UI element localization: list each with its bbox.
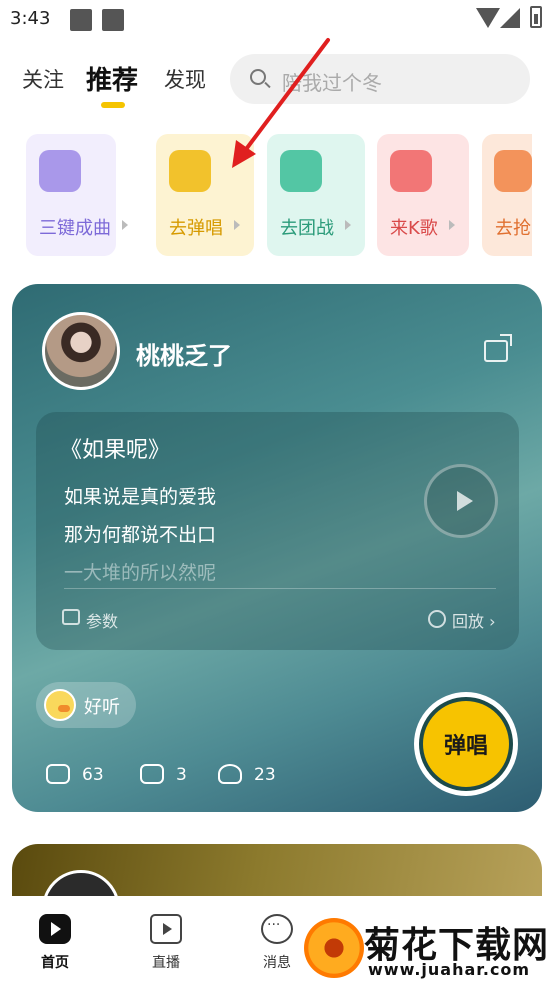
tab-discover[interactable]: 发现	[164, 64, 206, 94]
shortcut-label: 来K歌	[390, 218, 438, 239]
comment-icon	[140, 764, 164, 784]
lyrics-panel[interactable]: 《如果呢》 如果说是真的爱我 那为何都说不出口 一大堆的所以然呢 参数 回放 ›	[36, 412, 519, 650]
active-tab-indicator	[101, 102, 125, 108]
chevron-right-icon	[345, 220, 351, 230]
post-username[interactable]: 桃桃乏了	[136, 336, 232, 371]
shortcut-label: 去团战	[280, 218, 334, 239]
share-icon[interactable]	[484, 334, 512, 362]
heartbeat-icon	[46, 764, 70, 784]
shortcut-label: 去抢	[495, 218, 531, 239]
reaction-tag-label: 好听	[84, 697, 120, 718]
replay-link[interactable]: 回放 ›	[452, 608, 496, 632]
chevron-right-icon	[449, 220, 455, 230]
shortcut-team-battle[interactable]: 去团战	[267, 134, 365, 256]
grab-icon	[494, 150, 532, 192]
shortcut-grab[interactable]: 去抢	[482, 134, 532, 256]
message-bubble-icon	[261, 914, 293, 944]
nav-live[interactable]: 直播	[136, 914, 196, 972]
sing-button[interactable]: 弹唱	[414, 692, 518, 796]
chevron-right-icon	[234, 220, 240, 230]
nav-label: 首页	[41, 955, 69, 971]
chevron-right-icon	[122, 220, 128, 230]
sliders-icon	[39, 150, 81, 192]
music-house-icon	[390, 150, 432, 192]
home-play-icon	[39, 914, 71, 944]
status-bar: 3:43	[0, 0, 554, 40]
search-icon	[250, 69, 266, 85]
piano-icon	[169, 150, 211, 192]
lyric-line: 一大堆的所以然呢	[64, 562, 217, 584]
tab-follow[interactable]: 关注	[22, 64, 64, 94]
signal-icon	[500, 8, 520, 28]
shortcut-play-sing[interactable]: 去弹唱	[156, 134, 254, 256]
post-card[interactable]: 桃桃乏了 《如果呢》 如果说是真的爱我 那为何都说不出口 一大堆的所以然呢 参数…	[12, 284, 542, 812]
lyric-line: 那为何都说不出口	[64, 524, 217, 546]
search-bar[interactable]: 陪我过个冬	[230, 54, 530, 104]
gift-count: 23	[254, 765, 276, 785]
avatar[interactable]	[42, 312, 120, 390]
status-time: 3:43	[10, 8, 51, 29]
reaction-tag[interactable]: 好听	[36, 682, 136, 728]
play-button[interactable]	[424, 464, 498, 538]
shortcut-three-key-song[interactable]: 三键成曲	[26, 134, 128, 256]
shortcut-karaoke[interactable]: 来K歌	[377, 134, 469, 256]
comment-count: 3	[176, 765, 187, 785]
gift-icon	[218, 764, 242, 784]
search-placeholder: 陪我过个冬	[282, 71, 382, 95]
divider	[64, 588, 496, 589]
trophy-icon	[280, 150, 322, 192]
piano-keys-icon	[62, 609, 80, 625]
watermark-url: www.juahar.com	[368, 960, 531, 979]
nav-home[interactable]: 首页	[25, 914, 85, 972]
notification-icon	[70, 9, 92, 31]
shortcut-label: 去弹唱	[169, 218, 223, 239]
tab-recommend[interactable]: 推荐	[86, 60, 138, 97]
battery-icon	[530, 6, 542, 28]
nav-label: 消息	[263, 955, 291, 971]
like-count: 63	[82, 765, 104, 785]
notification-icon	[102, 9, 124, 31]
wifi-icon	[476, 8, 500, 28]
watermark-flower-logo	[304, 918, 364, 978]
song-title: 《如果呢》	[60, 438, 171, 463]
nav-label: 直播	[152, 955, 180, 971]
params-link[interactable]: 参数	[86, 608, 118, 632]
lyric-line: 如果说是真的爱我	[64, 486, 217, 508]
live-tv-icon	[150, 914, 182, 944]
sing-button-label: 弹唱	[443, 734, 488, 759]
shortcut-label: 三键成曲	[39, 218, 111, 239]
duck-emoji-icon	[44, 689, 76, 721]
replay-icon	[428, 610, 446, 628]
nav-messages[interactable]: 消息	[247, 914, 307, 972]
